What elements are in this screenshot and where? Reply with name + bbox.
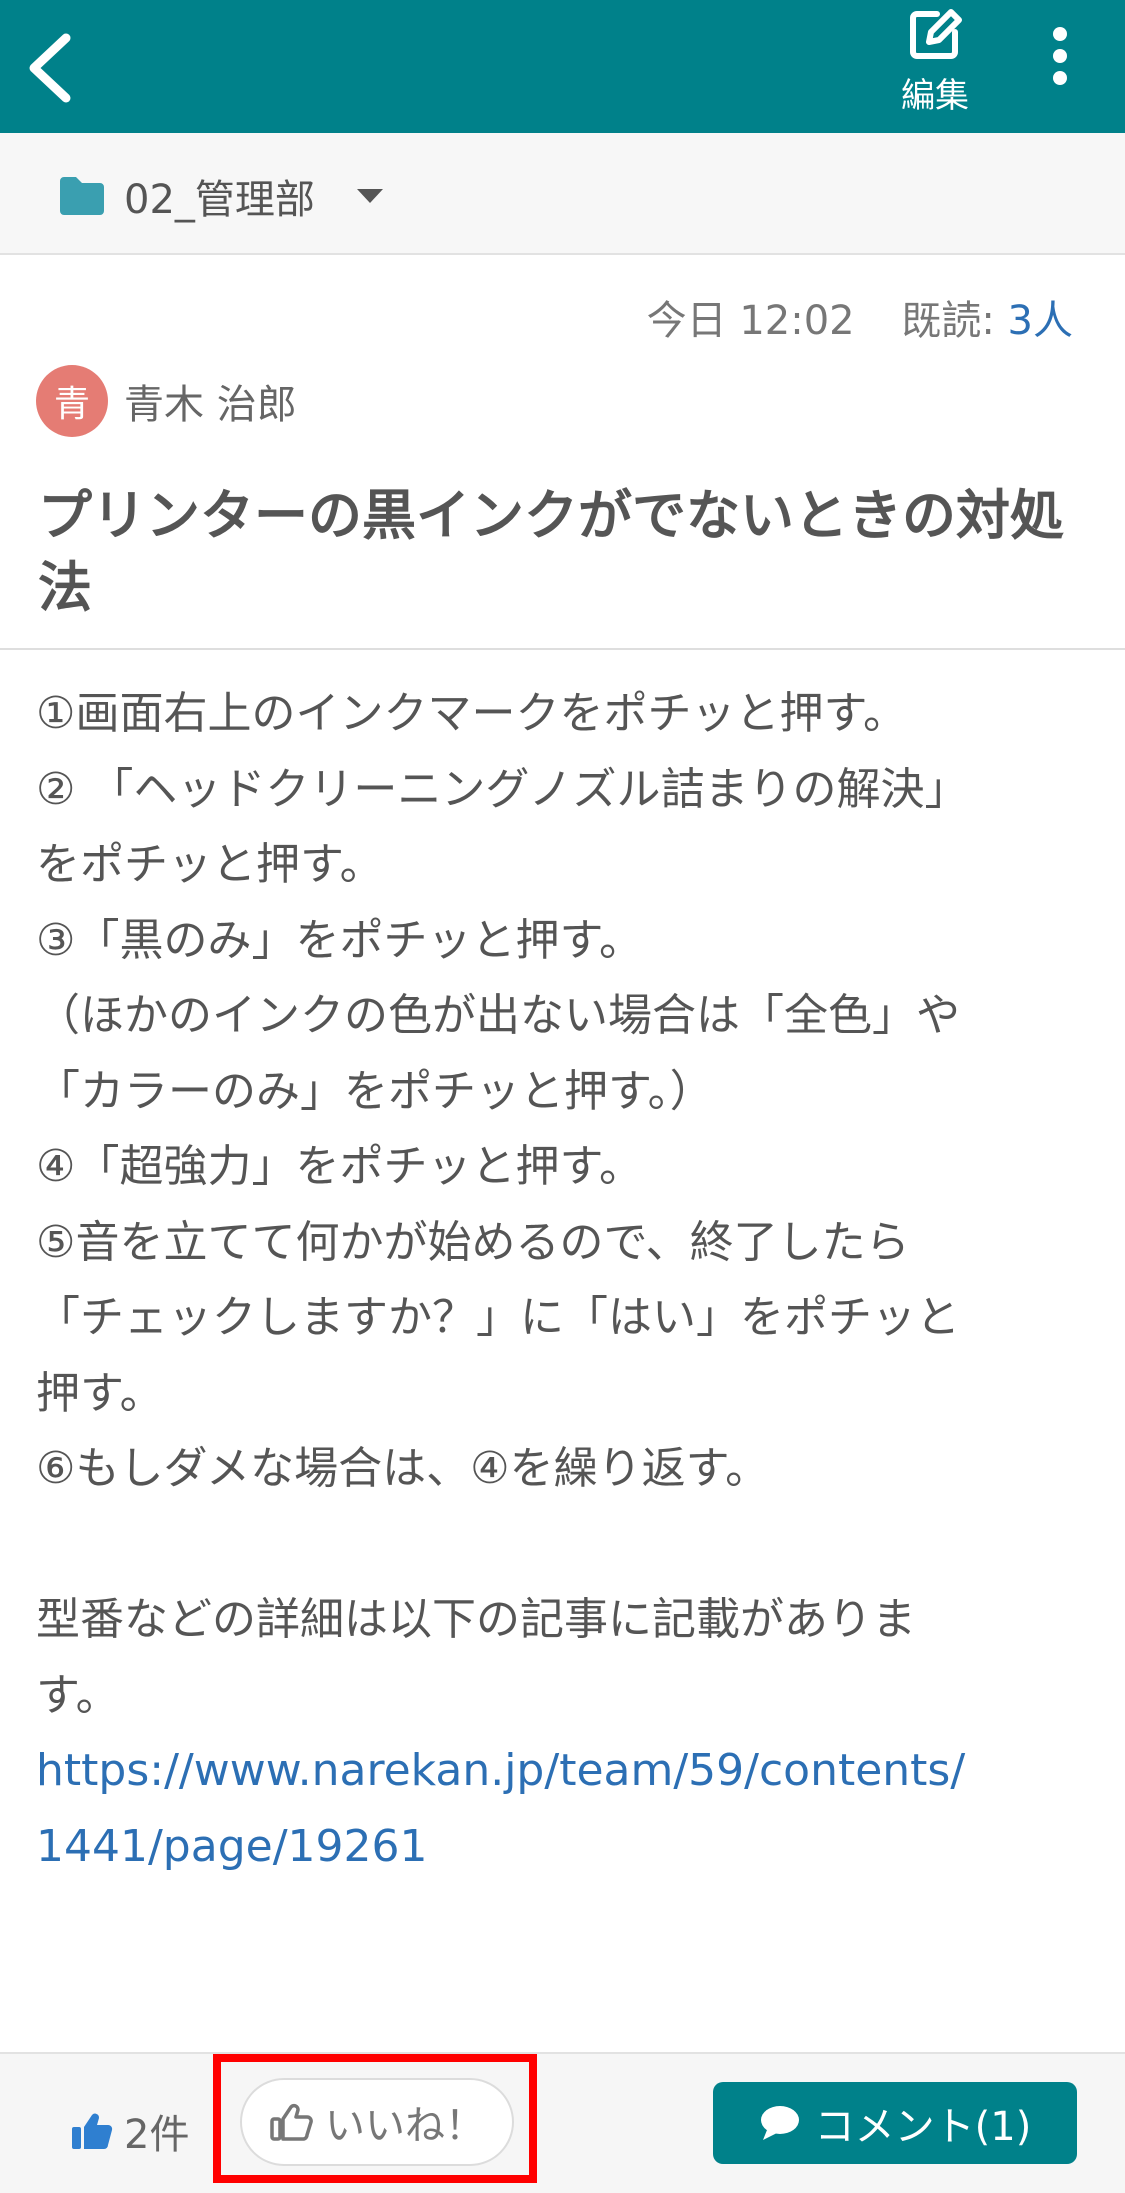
author: 青 青木 治郎 <box>36 364 297 438</box>
comment-icon <box>760 2106 799 2140</box>
read-label: 既読: <box>901 298 995 344</box>
like-count-label: 2件 <box>124 2112 190 2158</box>
body-line: ② 「ヘッドクリーニングノズル詰まりの解決」 <box>36 763 969 815</box>
body-line: ①画面右上のインクマークをポチッと押す。 <box>36 688 908 739</box>
post-title: プリンターの黒インクがでないときの対処法 <box>38 484 1064 619</box>
comment-button-label: コメント(1) <box>814 2104 1032 2150</box>
body-line: をポチッと押す。 <box>36 839 384 890</box>
body-line: す。 <box>36 1669 120 1721</box>
post-date: 今日 12:02 <box>646 298 855 344</box>
avatar: 青 <box>36 365 108 437</box>
body-line: （ほかのインクの色が出ない場合は「全色」や <box>36 990 960 1041</box>
article-link-continued[interactable]: 1441/page/19261 <box>36 1809 1096 1885</box>
back-arrow-icon <box>29 33 71 103</box>
edit-label: 編集 <box>901 76 969 116</box>
divider <box>0 648 1125 650</box>
body-line: 押す。 <box>36 1367 164 1419</box>
more-menu-button[interactable] <box>1030 20 1090 110</box>
comment-button[interactable]: コメント(1) <box>713 2082 1077 2164</box>
caret-down-icon <box>356 189 383 203</box>
thumbs-up-icon <box>72 2113 113 2149</box>
folder-selector[interactable]: 02_管理部 <box>58 171 385 223</box>
like-count[interactable]: 2件 <box>70 2102 189 2160</box>
post-meta: 今日 12:02 既読: 3人 <box>647 288 1073 346</box>
body-line: 「カラーのみ」をポチッと押す。） <box>36 1065 714 1117</box>
more-vertical-icon <box>1053 27 1067 85</box>
body-line <box>36 1507 1096 1583</box>
top-app-bar: 編集 <box>0 0 1125 133</box>
post-body: ①画面右上のインクマークをポチッと押す。 ② 「ヘッドクリーニングノズル詰まりの… <box>36 676 1096 1884</box>
back-button[interactable] <box>18 28 88 108</box>
edit-icon <box>910 9 962 59</box>
body-line: 型番などの詳細は以下の記事に記載がありま <box>36 1594 916 1645</box>
body-line: ④「超強力」をポチッと押す。 <box>36 1141 644 1192</box>
body-line: ⑤音を立てて何かが始めるので、終了したら <box>36 1216 910 1268</box>
highlight-box <box>213 2054 537 2183</box>
author-name: 青木 治郎 <box>124 382 297 428</box>
read-count-link[interactable]: 3人 <box>1008 298 1073 344</box>
body-line: ③「黒のみ」をポチッと押す。 <box>36 914 644 966</box>
folder-name: 02_管理部 <box>124 177 315 223</box>
folder-bar: 02_管理部 <box>0 133 1125 255</box>
article-link[interactable]: https://www.narekan.jp/team/59/contents/ <box>36 1733 1096 1809</box>
body-line: ⑥もしダメな場合は、④を繰り返す。 <box>36 1443 770 1494</box>
edit-button[interactable]: 編集 <box>880 6 990 126</box>
body-line: 「チェックしますか？」に「はい」をポチッと <box>36 1292 960 1343</box>
folder-icon <box>60 177 104 215</box>
